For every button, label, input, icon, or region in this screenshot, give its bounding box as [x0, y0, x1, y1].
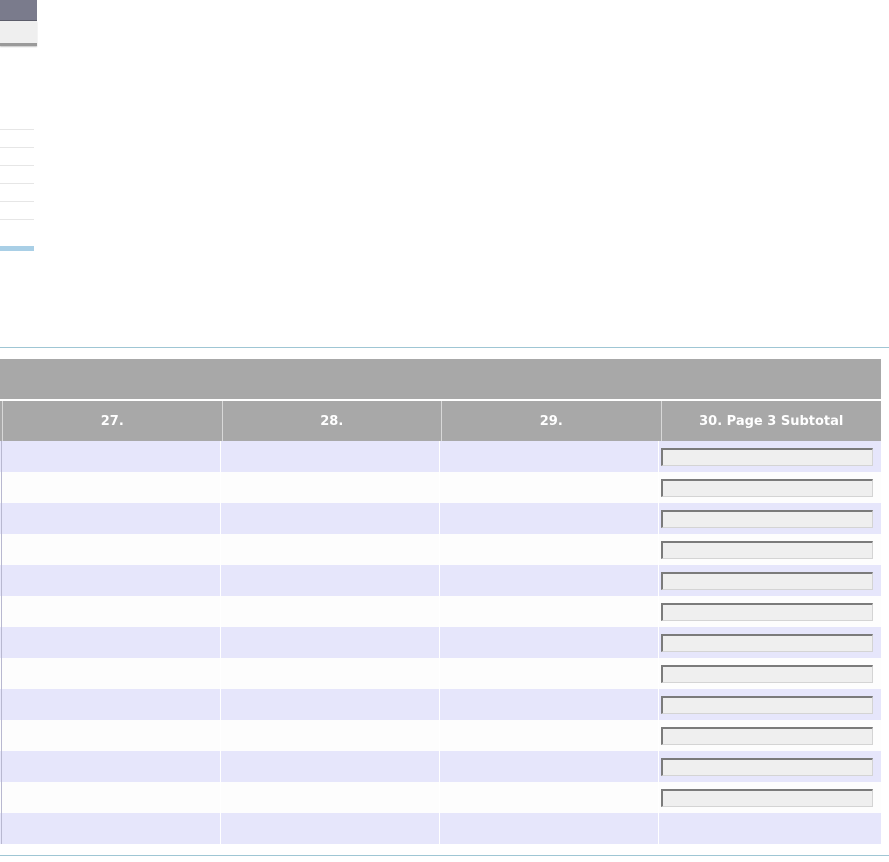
table-banner — [0, 359, 881, 399]
left-panel-header — [0, 0, 37, 21]
table-row — [0, 751, 881, 782]
table-row — [0, 658, 881, 689]
table-row — [0, 627, 881, 658]
subtotal-field[interactable] — [661, 788, 873, 807]
list-item — [0, 147, 34, 165]
subtotal-field[interactable] — [661, 757, 873, 776]
column-header-29: 29. — [442, 401, 662, 441]
table-row — [0, 720, 881, 751]
table-row — [0, 782, 881, 813]
table-row — [0, 503, 881, 534]
column-header-27: 27. — [3, 401, 223, 441]
section-divider — [0, 347, 889, 348]
subtotal-field[interactable] — [661, 540, 873, 559]
subtotal-field[interactable] — [661, 726, 873, 745]
subtotal-field[interactable] — [661, 478, 873, 497]
table-header-row: 27. 28. 29. 30. Page 3 Subtotal — [0, 399, 881, 441]
subtotal-field[interactable] — [661, 664, 873, 683]
subtotal-field[interactable] — [661, 602, 873, 621]
column-header-28: 28. — [223, 401, 442, 441]
subtotal-field[interactable] — [661, 509, 873, 528]
bottom-divider — [0, 855, 889, 856]
list-item — [0, 219, 34, 237]
table-row — [0, 813, 881, 844]
table-row — [0, 565, 881, 596]
table-row — [0, 689, 881, 720]
left-panel-subheader — [0, 21, 37, 46]
subtotal-field[interactable] — [661, 633, 873, 652]
list-item — [0, 183, 34, 201]
list-item — [0, 129, 34, 147]
subtotal-field[interactable] — [661, 447, 873, 466]
table-row — [0, 534, 881, 565]
left-panel-list — [0, 129, 34, 237]
selected-item-indicator — [0, 246, 34, 251]
form-table: 27. 28. 29. 30. Page 3 Subtotal — [0, 359, 881, 844]
table-row — [0, 472, 881, 503]
subtotal-field[interactable] — [661, 571, 873, 590]
table-row — [0, 441, 881, 472]
list-item — [0, 165, 34, 183]
subtotal-field[interactable] — [661, 695, 873, 714]
table-row — [0, 596, 881, 627]
column-header-page3-subtotal: 30. Page 3 Subtotal — [699, 413, 844, 429]
list-item — [0, 201, 34, 219]
